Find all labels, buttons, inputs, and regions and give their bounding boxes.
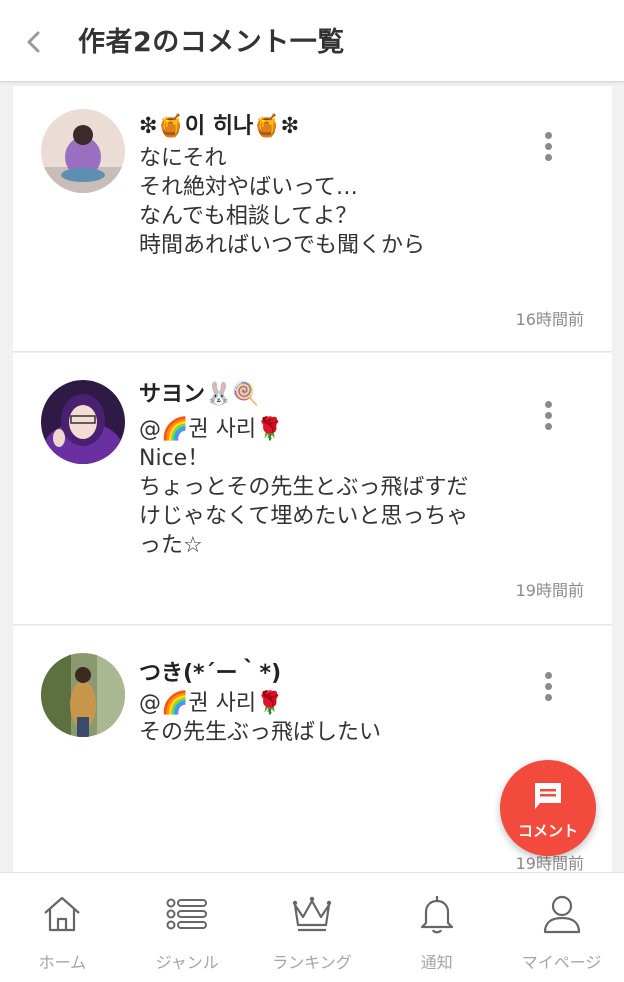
nav-item-mypage[interactable]: マイページ xyxy=(499,873,624,982)
commenter-name: サヨン🐰🍭 xyxy=(139,382,260,407)
comment-line: けじゃなくて埋めたいと思っちゃ xyxy=(139,504,469,529)
add-comment-button[interactable]: コメント xyxy=(500,760,596,856)
comment-line: Nice！ xyxy=(139,446,210,471)
more-options-button[interactable] xyxy=(536,395,560,435)
chevron-left-icon xyxy=(27,31,40,53)
comment-line: なにそれ xyxy=(139,146,227,171)
mention-text[interactable]: @🌈권 사리🌹 xyxy=(139,689,381,718)
comment-list: ❇🍯이 히나🍯❇ なにそれ それ絶対やばいって… なんでも相談してよ？ 時間あれ… xyxy=(13,86,612,876)
avatar[interactable] xyxy=(41,653,125,737)
comment-line: 時間あればいつでも聞くから xyxy=(139,233,426,258)
list-icon xyxy=(166,898,208,930)
home-icon xyxy=(44,896,81,932)
comment-line: その先生ぶっ飛ばしたい xyxy=(139,720,382,745)
avatar[interactable] xyxy=(41,380,125,464)
add-comment-label: コメント xyxy=(517,822,578,840)
nav-label: ジャンル xyxy=(155,953,219,972)
bell-icon xyxy=(420,896,453,934)
more-vertical-icon xyxy=(544,131,552,139)
comment-line: ちょっとその先生とぶっ飛ばすだ xyxy=(139,475,469,500)
nav-label: ホーム xyxy=(38,953,87,972)
user-icon xyxy=(543,895,580,934)
comment-card: サヨン🐰🍭 @🌈권 사리🌹 Nice！ ちょっとその先生とぶっ飛ばすだ けじゃな… xyxy=(13,353,612,625)
commenter-name: ❇🍯이 히나🍯❇ xyxy=(139,114,300,139)
comment-timestamp: 19時間前 xyxy=(515,581,584,600)
nav-label: マイページ xyxy=(521,953,602,972)
avatar[interactable] xyxy=(41,109,125,193)
nav-item-notifications[interactable]: 通知 xyxy=(374,873,499,982)
more-options-button[interactable] xyxy=(536,666,560,706)
bottom-navigation: ホーム ジャンル ランキング 通知 マイページ xyxy=(0,872,624,982)
nav-label: 通知 xyxy=(420,953,453,972)
nav-item-genre[interactable]: ジャンル xyxy=(125,873,250,982)
more-options-button[interactable] xyxy=(536,126,560,166)
app-header: 作者2のコメント一覧 xyxy=(0,0,624,82)
nav-label: ランキング xyxy=(272,953,352,972)
comment-line: った☆ xyxy=(139,533,203,558)
comment-text: @🌈권 사리🌹 Nice！ ちょっとその先生とぶっ飛ばすだ けじゃなくて埋めたい… xyxy=(139,415,468,560)
comment-icon xyxy=(535,783,561,809)
commenter-name: つき(*´ー｀*) xyxy=(139,661,282,686)
comment-text: なにそれ それ絶対やばいって… なんでも相談してよ？ 時間あればいつでも聞くから xyxy=(139,144,425,260)
back-button[interactable] xyxy=(14,22,54,62)
comment-line: なんでも相談してよ？ xyxy=(139,204,358,229)
comment-timestamp: 16時間前 xyxy=(515,310,584,329)
nav-item-home[interactable]: ホーム xyxy=(0,873,125,982)
page-title: 作者2のコメント一覧 xyxy=(78,27,345,58)
comment-card: ❇🍯이 히나🍯❇ なにそれ それ絶対やばいって… なんでも相談してよ？ 時間あれ… xyxy=(13,86,612,352)
comment-line: それ絶対やばいって… xyxy=(139,175,358,200)
mention-text[interactable]: @🌈권 사리🌹 xyxy=(139,415,468,444)
more-vertical-icon xyxy=(544,671,552,679)
crown-icon xyxy=(292,896,332,932)
more-vertical-icon xyxy=(544,400,552,408)
nav-item-ranking[interactable]: ランキング xyxy=(250,873,375,982)
comment-text: @🌈권 사리🌹 その先生ぶっ飛ばしたい xyxy=(139,689,381,747)
